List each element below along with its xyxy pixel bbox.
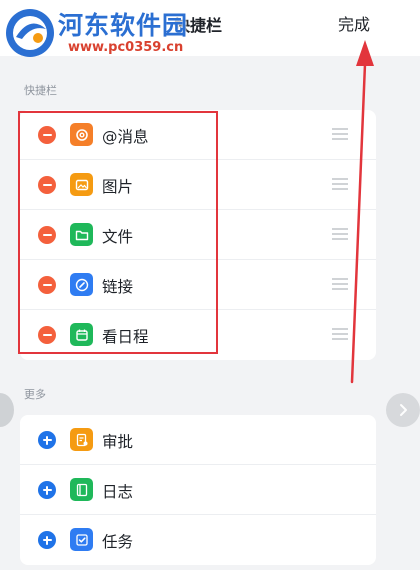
- list-item: 文件: [20, 210, 376, 260]
- list-item-label: 任务: [102, 533, 134, 551]
- remove-button[interactable]: [38, 276, 56, 294]
- remove-button[interactable]: [38, 326, 56, 344]
- drag-handle-icon[interactable]: [332, 228, 348, 240]
- remove-button[interactable]: [38, 176, 56, 194]
- add-button[interactable]: [38, 481, 56, 499]
- remove-button[interactable]: [38, 126, 56, 144]
- next-nav-button[interactable]: [386, 393, 420, 427]
- drag-handle-icon[interactable]: [332, 128, 348, 140]
- list-item-label: @消息: [102, 128, 149, 146]
- watermark: 河东软件园 www.pc0359.cn: [0, 0, 205, 62]
- watermark-url: www.pc0359.cn: [68, 40, 184, 55]
- list-item: @消息: [20, 110, 376, 160]
- approval-icon: [70, 428, 93, 451]
- list-item-label: 日志: [102, 483, 134, 501]
- remove-button[interactable]: [38, 226, 56, 244]
- section-title-quickbar: 快捷栏: [24, 84, 57, 97]
- add-button[interactable]: [38, 531, 56, 549]
- drag-handle-icon[interactable]: [332, 278, 348, 290]
- quickbar-list: @消息 图片 文件 链接 看日程: [20, 110, 376, 360]
- drag-handle-icon[interactable]: [332, 328, 348, 340]
- list-item-label: 看日程: [102, 328, 149, 346]
- at-message-icon: [70, 123, 93, 146]
- image-icon: [70, 173, 93, 196]
- log-icon: [70, 478, 93, 501]
- list-item: 任务: [20, 515, 376, 565]
- list-item: 图片: [20, 160, 376, 210]
- add-button[interactable]: [38, 431, 56, 449]
- done-button[interactable]: 完成: [338, 11, 370, 35]
- list-item-label: 审批: [102, 433, 134, 451]
- section-title-more: 更多: [24, 388, 46, 401]
- prev-nav-button[interactable]: [0, 393, 14, 427]
- folder-icon: [70, 223, 93, 246]
- watermark-logo-icon: [6, 9, 54, 57]
- drag-handle-icon[interactable]: [332, 178, 348, 190]
- list-item: 日志: [20, 465, 376, 515]
- chevron-right-icon: [400, 404, 407, 416]
- list-item: 链接: [20, 260, 376, 310]
- more-list: 审批 日志 任务: [20, 415, 376, 565]
- list-item: 审批: [20, 415, 376, 465]
- list-item-label: 链接: [102, 278, 134, 296]
- link-icon: [70, 273, 93, 296]
- task-icon: [70, 528, 93, 551]
- list-item-label: 文件: [102, 228, 134, 246]
- list-item-label: 图片: [102, 178, 134, 196]
- watermark-title: 河东软件园: [58, 11, 189, 40]
- calendar-icon: [70, 323, 93, 346]
- list-item: 看日程: [20, 310, 376, 360]
